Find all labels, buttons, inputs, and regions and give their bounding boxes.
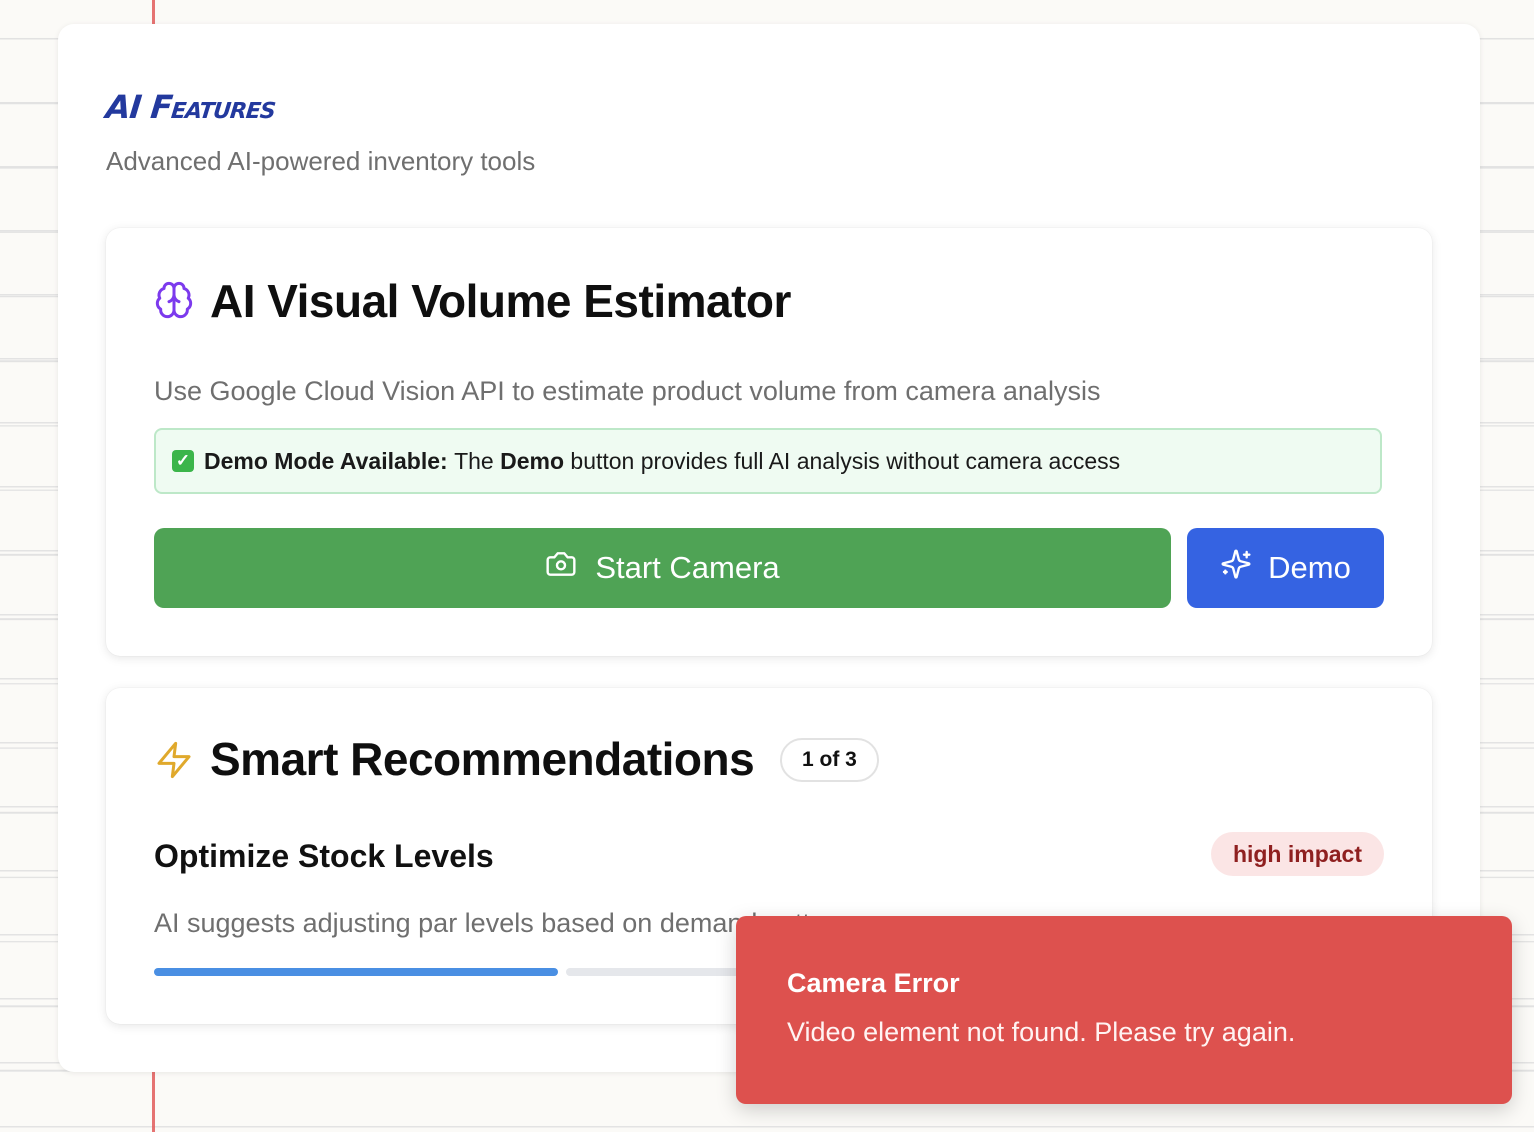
toast-title: Camera Error — [787, 968, 960, 998]
card-title: AI Visual Volume Estimator — [210, 275, 791, 327]
lightning-icon — [154, 740, 194, 785]
visual-volume-estimator-card: AI Visual Volume Estimator Use Google Cl… — [106, 228, 1432, 656]
toast-message: Video element not found. Please try agai… — [787, 1017, 1296, 1047]
sparkles-icon — [1220, 548, 1252, 588]
progress-segment[interactable] — [154, 968, 558, 976]
recommendation-title: Optimize Stock Levels — [154, 838, 494, 874]
demo-button[interactable]: Demo — [1187, 528, 1384, 608]
recommendation-counter-badge: 1 of 3 — [780, 738, 879, 782]
banner-label: Demo Mode Available: — [204, 447, 448, 474]
start-camera-label: Start Camera — [595, 550, 780, 585]
demo-mode-banner: ✓ Demo Mode Available: The Demo button p… — [154, 428, 1382, 494]
banner-emphasis: Demo — [500, 447, 565, 474]
banner-text-before: The — [454, 447, 494, 474]
banner-text-after: button provides full AI analysis without… — [570, 447, 1121, 474]
brain-icon — [154, 280, 194, 325]
page-title: AI Features — [104, 88, 278, 126]
check-icon: ✓ — [172, 450, 194, 472]
card-title: Smart Recommendations — [210, 733, 755, 785]
card-description: Use Google Cloud Vision API to estimate … — [154, 376, 1101, 406]
start-camera-button[interactable]: Start Camera — [154, 528, 1171, 608]
camera-icon — [545, 548, 577, 588]
page-subtitle: Advanced AI-powered inventory tools — [106, 146, 536, 176]
impact-badge: high impact — [1210, 832, 1384, 876]
camera-error-toast[interactable]: Camera Error Video element not found. Pl… — [736, 916, 1512, 1104]
demo-label: Demo — [1268, 550, 1351, 585]
